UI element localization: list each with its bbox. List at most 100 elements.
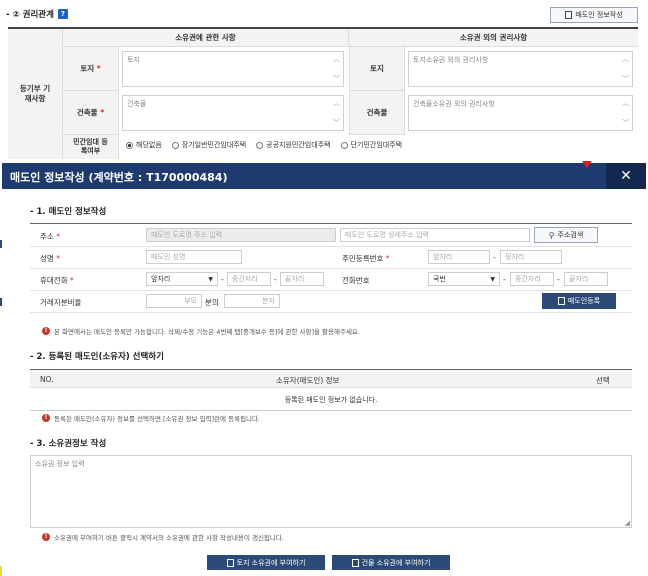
- section1-form: 주소 * 매도인 도로명 주소 입력 매도인 도로명 상세주소 입력 ⚲ 주소검…: [30, 223, 632, 323]
- rental-label: 민간임대 등록여부: [73, 138, 108, 155]
- building-label: 건축물: [76, 108, 98, 117]
- land-label: 토지: [80, 64, 95, 73]
- scroll-down-icon[interactable]: ﹀: [333, 118, 340, 128]
- other-land-textarea[interactable]: 토지소유권 외의 권리사항 ︿ ﹀: [408, 51, 633, 87]
- address-label: 주소 *: [40, 232, 60, 241]
- scroll-down-icon[interactable]: ﹀: [622, 118, 629, 128]
- building-ownership-text: 건축물: [127, 100, 147, 108]
- rental-radio-group: 해당없음 장기일반민간임대주택 공공지원민간임대주택 단기민간임대주택: [126, 140, 412, 150]
- other-building-textarea[interactable]: 건축물소유권 외의 권리사항 ︿ ﹀: [408, 95, 633, 131]
- other-building-text: 건축물소유권 외의 권리사항: [413, 100, 495, 108]
- other-land-label-cell: 토지: [349, 47, 405, 91]
- radio-label: 장기일반민간임대주택: [181, 141, 247, 149]
- info-icon: !: [42, 414, 50, 422]
- section1-title: - 1. 매도인 정보작성: [30, 207, 107, 217]
- rrn-back-input[interactable]: 뒷자리: [500, 250, 562, 264]
- ownership-info-placeholder: 소유권 정보 입력: [35, 460, 85, 468]
- phone-mid-input[interactable]: 중간자리: [510, 272, 554, 286]
- phone-label: 전화번호: [342, 276, 370, 285]
- modal-title: 매도인 정보작성 (계약번호 : T170000484): [10, 171, 228, 184]
- address-search-button[interactable]: ⚲ 주소검색: [534, 227, 598, 243]
- required-mark: *: [97, 108, 105, 117]
- section2-title: - 2. 등록된 매도인(소유자) 선택하기: [30, 352, 164, 362]
- info-icon: !: [42, 533, 50, 541]
- col-no: NO.: [40, 375, 54, 384]
- chevron-down-icon: ▼: [208, 276, 213, 283]
- ownership-info-textarea[interactable]: 소유권 정보 입력 ◢: [30, 455, 632, 528]
- modal-header: 매도인 정보작성 (계약번호 : T170000484) ✕: [2, 161, 646, 189]
- seller-list-table: NO. 소유자(매도인) 정보 선택 등록된 매도인 정보가 없습니다.: [30, 369, 632, 411]
- land-apply-label: 토지 소유권에 부여하기: [236, 558, 306, 567]
- scroll-down-icon[interactable]: ﹀: [622, 74, 629, 84]
- land-ownership-text: 토지: [127, 56, 140, 64]
- share-mid-text: 분의: [205, 298, 219, 307]
- building-ownership-textarea[interactable]: 건축물 ︿ ﹀: [122, 95, 344, 131]
- address-detail-input[interactable]: 매도인 도로명 상세주소 입력: [340, 228, 530, 242]
- seller-info-button[interactable]: 매도인 정보작성: [550, 7, 638, 23]
- radio-label: 공공지원민간임대주택: [266, 141, 331, 149]
- seller-modal: 매도인 정보작성 (계약번호 : T170000484) ✕ - 1. 매도인 …: [2, 161, 646, 576]
- rights-section-title: - ② 권리관계 ?: [6, 8, 68, 20]
- land-ownership-apply-button[interactable]: 토지 소유권에 부여하기: [207, 555, 325, 570]
- rights-title-text: - ② 권리관계: [6, 10, 54, 20]
- resize-handle-icon[interactable]: ◢: [625, 519, 630, 527]
- share-label: 거래지분비율: [40, 298, 82, 307]
- address-search-label: 주소검색: [557, 231, 584, 239]
- required-mark: *: [94, 64, 101, 73]
- share-num-input[interactable]: 부모: [146, 294, 202, 308]
- mobile-label: 휴대전화 *: [40, 276, 74, 285]
- register-seller-label: 매도인등록: [567, 297, 601, 305]
- radio-icon: [256, 141, 264, 149]
- section2-note-text: 등록된 매도인(소유자) 정보를 선택하면 [소유권 정보 입력]란에 등록됩니…: [54, 415, 261, 423]
- close-icon[interactable]: ✕: [606, 163, 646, 189]
- other-land-text: 토지소유권 외의 권리사항: [413, 56, 489, 64]
- land-ownership-textarea[interactable]: 토지 ︿ ﹀: [122, 51, 344, 87]
- mobile-end-input[interactable]: 끝자리: [280, 272, 324, 286]
- section3-note-text: 소유권에 부여하기 버튼 클릭시 계약서의 소유권에 관한 사항 작성내용이 갱…: [54, 534, 284, 542]
- dash: -: [493, 253, 496, 262]
- radio-long-term[interactable]: 장기일반민간임대주택: [171, 140, 247, 150]
- rrn-label: 주민등록번호 *: [342, 254, 390, 263]
- building-ownership-apply-button[interactable]: 건물 소유권에 부여하기: [332, 555, 450, 570]
- rental-label-cell: 민간임대 등록여부: [63, 135, 119, 159]
- radio-icon: [340, 141, 348, 149]
- register-seller-button[interactable]: 매도인등록: [542, 293, 616, 309]
- section3-title: - 3. 소유권정보 작성: [30, 439, 107, 449]
- scroll-up-icon[interactable]: ︿: [333, 54, 340, 64]
- radio-checked-icon: [126, 141, 133, 149]
- mobile-prefix-select[interactable]: 앞자리 ▼: [146, 272, 218, 286]
- other-building-label-cell: 건축물: [349, 91, 405, 135]
- radio-public-support[interactable]: 공공지원민간임대주택: [256, 140, 331, 150]
- phone-prefix-select[interactable]: 국번 ▼: [428, 272, 500, 286]
- radio-short-term[interactable]: 단기민간임대주택: [340, 140, 403, 150]
- scroll-up-icon[interactable]: ︿: [622, 98, 629, 108]
- phone-end-input[interactable]: 끝자리: [564, 272, 608, 286]
- document-icon: [557, 297, 565, 305]
- scroll-up-icon[interactable]: ︿: [622, 54, 629, 64]
- radio-label: 단기민간임대주택: [350, 141, 403, 149]
- chevron-down-icon: ▼: [490, 276, 495, 283]
- pointer-marker-icon: [582, 161, 592, 168]
- name-label: 성명 *: [40, 254, 60, 263]
- building-label-cell: 건축물 *: [63, 91, 119, 135]
- rrn-front-input[interactable]: 앞자리: [428, 250, 490, 264]
- name-input[interactable]: 매도인 성명: [146, 250, 242, 264]
- building-apply-label: 건물 소유권에 부여하기: [361, 558, 431, 567]
- rights-table: 등기부 기재사항 소유권에 관한 사항 소유권 외의 권리사항 토지 * 토지 …: [8, 27, 638, 159]
- share-den-input[interactable]: 분자: [224, 294, 280, 308]
- group-label: 등기부 기재사항: [19, 84, 51, 103]
- radio-none[interactable]: 해당없음: [126, 140, 162, 150]
- document-icon: [565, 11, 573, 19]
- seller-info-button-label: 매도인 정보작성: [575, 11, 623, 19]
- section3-note: ! 소유권에 부여하기 버튼 클릭시 계약서의 소유권에 관한 사항 작성내용이…: [42, 532, 284, 542]
- ownership-header: 소유권에 관한 사항: [63, 29, 349, 47]
- section1-note-text: 본 화면에서는 매도인 등록만 가능합니다. 삭제/수정 기능은 4번째 탭[중…: [54, 328, 360, 336]
- col-select: 선택: [596, 376, 610, 385]
- col-owner-info: 소유자(매도인) 정보: [276, 376, 340, 385]
- address-input[interactable]: 매도인 도로명 주소 입력: [146, 228, 336, 242]
- scroll-down-icon[interactable]: ﹀: [333, 74, 340, 84]
- help-icon[interactable]: ?: [57, 9, 68, 19]
- scroll-up-icon[interactable]: ︿: [333, 98, 340, 108]
- rights-group-cell: 등기부 기재사항: [8, 29, 63, 159]
- mobile-mid-input[interactable]: 중간자리: [227, 272, 271, 286]
